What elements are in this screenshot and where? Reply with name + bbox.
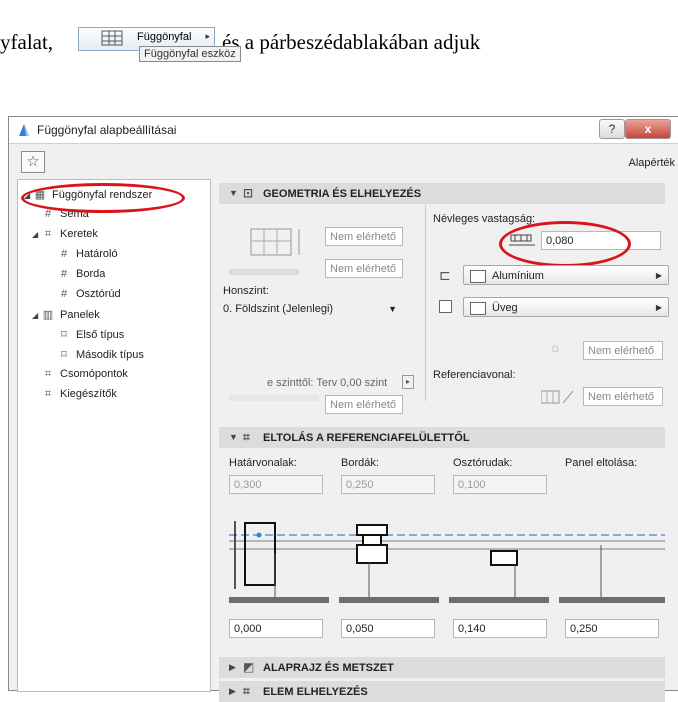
mullion-icon: #	[60, 268, 68, 280]
transom-label: Osztórudak:	[453, 457, 513, 469]
offset-section-header[interactable]: ▼ ⌗ ELTOLÁS A REFERENCIAFELÜLETTŐL	[219, 427, 665, 448]
title-bar: Függönyfal alapbeállításai ? x	[9, 117, 678, 144]
tree-item-label: Borda	[76, 268, 106, 280]
tree-item-label: Határoló	[76, 248, 118, 260]
curtain-wall-icon	[101, 30, 123, 46]
offset-diagram-icon	[229, 395, 319, 401]
favorites-star-button[interactable]: ☆	[21, 151, 45, 173]
dropdown-arrow-icon: ▶	[655, 271, 662, 280]
frame-material-value: Alumínium	[492, 270, 544, 282]
star-icon: ☆	[26, 153, 40, 170]
offset-cross-section-diagram	[229, 521, 665, 603]
story-link-button[interactable]: ▸	[402, 375, 414, 389]
plan-section-header[interactable]: ▶ ◩ ALAPRAJZ ÉS METSZET	[219, 657, 665, 678]
highlight-ellipse-thickness	[499, 221, 631, 267]
rotation-field[interactable]: Nem elérhető	[583, 341, 663, 360]
highlight-ellipse-tree	[21, 183, 185, 213]
boundary-offset-field[interactable]: 0,300	[229, 475, 323, 494]
frame-material-icon: ⊏	[439, 267, 451, 283]
tree-item-label: Keretek	[60, 228, 98, 240]
dropdown-arrow-icon: ▼	[388, 304, 397, 314]
boundary-offset-value-field[interactable]: 0,000	[229, 619, 323, 638]
tree-item-frames[interactable]: ◢ ⌗ Keretek	[32, 228, 98, 241]
tree-item-label: Osztórúd	[76, 288, 121, 300]
panel-offset-label: Panel eltolása:	[565, 457, 638, 469]
material-swatch-icon	[470, 302, 486, 315]
settings-panel: ▼ ⊡ GEOMETRIA ÉS ELHELYEZÉS Nem elérhető …	[219, 179, 677, 702]
toolbar-button-label: Függönyfal	[137, 31, 192, 43]
base-offset-field[interactable]: Nem elérhető	[325, 259, 403, 278]
geometry-section-header[interactable]: ▼ ⊡ GEOMETRIA ÉS ELHELYEZÉS	[219, 183, 665, 204]
mullion-offset-field[interactable]: 0,250	[341, 475, 435, 494]
sun-icon: ☼	[549, 339, 562, 355]
curtain-wall-tool-button[interactable]: Függönyfal ▸ Függönyfal eszköz	[78, 27, 241, 62]
document-text-before: yfalat,	[0, 30, 54, 54]
boundary-frame-icon: #	[60, 248, 68, 260]
height-field[interactable]: Nem elérhető	[325, 227, 403, 246]
panel-type-icon: ⌑	[61, 349, 67, 361]
nominal-thickness-label: Névleges vastagság:	[433, 213, 536, 225]
placement-section-icon: ⌗	[243, 684, 250, 698]
dropdown-arrow-icon: ▶	[655, 303, 662, 312]
section-title: ELEM ELHELYEZÉS	[263, 686, 368, 698]
tree-item-second-type[interactable]: ⌑ Második típus	[56, 348, 144, 361]
app-icon	[19, 124, 29, 136]
panels-icon: ▥	[42, 309, 54, 321]
section-title: GEOMETRIA ÉS ELHELYEZÉS	[263, 188, 422, 200]
document-text-after: és a párbeszédablakában adjuk	[222, 30, 481, 54]
tree-item-panels[interactable]: ◢ ▥ Panelek	[32, 308, 100, 321]
plan-section-icon: ◩	[243, 660, 255, 674]
default-label: Alapérték	[628, 157, 675, 169]
tree-item-label: Panelek	[60, 309, 100, 321]
home-story-label: Honszint:	[223, 285, 269, 297]
reference-line-icon	[541, 390, 574, 404]
mullion-label: Bordák:	[341, 457, 379, 469]
mullion-offset-value-field[interactable]: 0,050	[341, 619, 435, 638]
accessories-icon: ⌗	[44, 388, 52, 400]
transom-offset-value-field[interactable]: 0,140	[453, 619, 547, 638]
dialog-title: Függönyfal alapbeállításai	[37, 123, 177, 137]
geometry-icon: ⊡	[243, 186, 254, 200]
tree-item-label: Második típus	[76, 349, 144, 361]
curtain-wall-settings-dialog: Függönyfal alapbeállításai ? x ☆ Alapért…	[8, 116, 678, 702]
panel-type-icon: ⌑	[61, 329, 67, 341]
tree-item-boundary[interactable]: # Határoló	[56, 248, 118, 260]
boundary-label: Határvonalak:	[229, 457, 297, 469]
tree-item-label: Kiegészítők	[60, 388, 117, 400]
tree-item-label: Csomópontok	[60, 368, 128, 380]
tree-item-first-type[interactable]: ⌑ Első típus	[56, 328, 124, 341]
offset-field[interactable]: Nem elérhető	[325, 395, 403, 414]
junctions-icon: ⌗	[44, 368, 52, 380]
tree-item-accessories[interactable]: ⌗ Kiegészítők	[40, 388, 117, 401]
section-title: ELTOLÁS A REFERENCIAFELÜLETTŐL	[263, 432, 470, 444]
home-story-value: 0. Földszint (Jelenlegi)	[223, 303, 334, 315]
geometry-divider	[425, 205, 426, 401]
home-story-select[interactable]: 0. Földszint (Jelenlegi) ▼	[223, 299, 413, 319]
tree-item-transom[interactable]: # Osztórúd	[56, 288, 121, 300]
panel-material-select[interactable]: Üveg ▶	[463, 297, 669, 317]
tree-item-junctions[interactable]: ⌗ Csomópontok	[40, 368, 128, 381]
help-button[interactable]: ?	[599, 119, 625, 139]
tree-item-label: Első típus	[76, 329, 125, 341]
placement-section-header[interactable]: ▶ ⌗ ELEM ELHELYEZÉS	[219, 681, 665, 702]
reference-line-label: Referenciavonal:	[433, 369, 516, 381]
frames-icon: ⌗	[44, 228, 52, 240]
panel-material-value: Üveg	[492, 302, 518, 314]
settings-tree: ◢ ▦ Függönyfal rendszer # Séma ◢ ⌗ Keretek # H…	[17, 179, 211, 692]
close-button[interactable]: x	[625, 119, 671, 139]
mouse-cursor-icon: ▸	[205, 31, 210, 41]
tooltip: Függönyfal eszköz	[139, 46, 241, 62]
panel-material-icon	[439, 300, 452, 313]
offset-icon: ⌗	[243, 430, 250, 444]
transom-offset-field[interactable]: 0,100	[453, 475, 547, 494]
height-diagram-icon	[229, 228, 300, 275]
panel-offset-value-field[interactable]: 0,250	[565, 619, 659, 638]
tree-item-mullion[interactable]: # Borda	[56, 268, 105, 280]
section-title: ALAPRAJZ ÉS METSZET	[263, 662, 394, 674]
reference-line-field[interactable]: Nem elérhető	[583, 387, 663, 406]
frame-material-select[interactable]: Alumínium ▶	[463, 265, 669, 285]
material-swatch-icon	[470, 270, 486, 283]
offset-from-story-label: e szinttől: Terv 0,00 szint	[267, 377, 388, 389]
transom-icon: #	[60, 288, 68, 300]
